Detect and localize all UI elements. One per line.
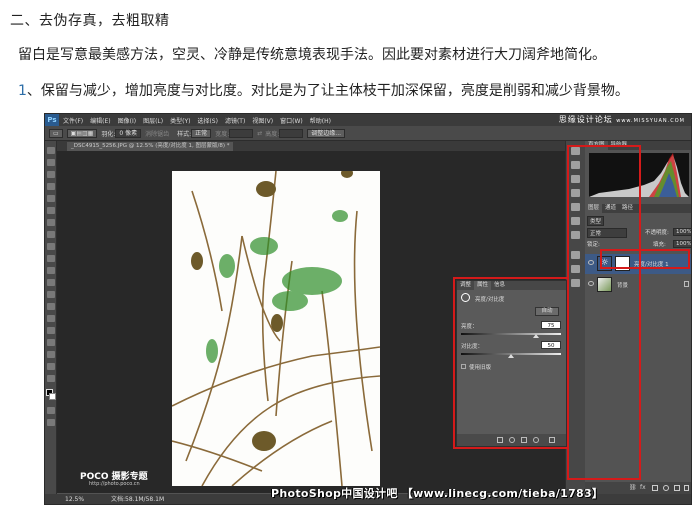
lasso-tool-icon[interactable] [47, 171, 55, 178]
refine-edge-button[interactable]: 调整边缘... [307, 128, 346, 138]
history-brush-tool-icon[interactable] [47, 255, 55, 262]
fx-icon[interactable]: fx [640, 484, 646, 491]
photo-illustration [172, 171, 380, 486]
height-label: 高度: [265, 130, 280, 138]
highlight-properties-box [453, 277, 569, 449]
trash-icon[interactable] [684, 485, 689, 491]
style-label: 样式: [177, 130, 192, 138]
zoom-level[interactable]: 12.5% [65, 494, 84, 504]
photoshop-window: Ps 文件(F) 编辑(E) 图像(I) 图层(L) 类型(Y) 选择(S) 滤… [44, 113, 692, 505]
menu-window[interactable]: 窗口(W) [280, 116, 303, 125]
article-heading: 二、去伪存真，去粗取精 [10, 13, 170, 29]
menu-file[interactable]: 文件(F) [63, 116, 83, 125]
zoom-tool-icon[interactable] [47, 375, 55, 382]
healing-tool-icon[interactable] [47, 219, 55, 226]
screen-mode-icon[interactable] [47, 419, 55, 426]
marquee-tool-icon[interactable]: ▭ [49, 128, 63, 138]
feather-label: 羽化: [101, 130, 116, 138]
article: 二、去伪存真，去粗取精 留白是写意最美感方法，空灵、冷静是传统意境表现手法。因此… [0, 0, 692, 110]
pen-tool-icon[interactable] [47, 315, 55, 322]
menu-select[interactable]: 选择(S) [197, 116, 218, 125]
blur-tool-icon[interactable] [47, 291, 55, 298]
width-label: 宽度: [215, 130, 230, 138]
hand-tool-icon[interactable] [47, 363, 55, 370]
swap-icon[interactable]: ⇄ [257, 130, 262, 137]
feather-input[interactable]: 0 像素 [115, 128, 142, 138]
background-color-swatch[interactable] [49, 393, 56, 400]
menu-view[interactable]: 视图(V) [252, 116, 273, 125]
fill-input[interactable]: 100% [673, 240, 691, 248]
photoshop-logo: Ps [45, 114, 59, 126]
forum-watermark: PhotoShop中国设计吧 【www.linecg.com/tieba/178… [271, 487, 604, 500]
menu-filter[interactable]: 滤镜(T) [225, 116, 245, 125]
fill-label: 填充: [653, 242, 666, 248]
path-select-tool-icon[interactable] [47, 339, 55, 346]
menu-type[interactable]: 类型(Y) [170, 116, 190, 125]
new-adjustment-icon[interactable] [663, 485, 669, 491]
new-layer-icon[interactable] [674, 485, 680, 491]
poco-url-watermark: http://photo.poco.cn [89, 481, 140, 487]
dodge-tool-icon[interactable] [47, 303, 55, 310]
antialias-checkbox[interactable]: 消除锯齿 [145, 129, 169, 138]
opacity-label: 不透明度: [645, 230, 669, 236]
document-size: 文档:58.1M/58.1M [111, 496, 165, 503]
height-input[interactable] [279, 128, 304, 138]
eyedropper-tool-icon[interactable] [47, 207, 55, 214]
highlight-iconstrip-box [567, 145, 641, 480]
gradient-tool-icon[interactable] [47, 279, 55, 286]
crop-tool-icon[interactable] [47, 195, 55, 202]
move-tool-icon[interactable] [47, 147, 55, 154]
tools-panel [45, 141, 57, 494]
quick-mask-icon[interactable] [47, 407, 55, 414]
menu-bar: Ps 文件(F) 编辑(E) 图像(I) 图层(L) 类型(Y) 选择(S) 滤… [45, 114, 691, 126]
brush-tool-icon[interactable] [47, 231, 55, 238]
clone-stamp-tool-icon[interactable] [47, 243, 55, 250]
type-tool-icon[interactable] [47, 327, 55, 334]
menu-edit[interactable]: 编辑(E) [90, 116, 110, 125]
link-layers-icon[interactable]: ⛓ [629, 484, 637, 491]
add-mask-icon[interactable] [652, 485, 658, 491]
point-text: 、保留与减少，增加亮度与对比度。对比是为了让主体枝干加深保留，亮度是削弱和减少背… [26, 83, 629, 99]
article-paragraph: 留白是写意最美感方法，空灵、冷静是传统意境表现手法。因此要对素材进行大刀阔斧地简… [18, 47, 606, 63]
photo-lotus-stems [172, 171, 380, 486]
menu-layer[interactable]: 图层(L) [143, 116, 163, 125]
shape-tool-icon[interactable] [47, 351, 55, 358]
opacity-input[interactable]: 100% [673, 228, 691, 236]
article-point: 1、保留与减少，增加亮度与对比度。对比是为了让主体枝干加深保留，亮度是削弱和减少… [18, 80, 629, 100]
document-tab[interactable]: _DSC4915_5256.JPG @ 12.5% (亮度/对比度 1, 图层蒙… [67, 142, 234, 151]
width-input[interactable] [229, 128, 254, 138]
menu-image[interactable]: 图像(I) [118, 116, 136, 125]
forum-url: www.MISSYUAN.COM [616, 118, 685, 124]
style-select[interactable]: 正常 [191, 128, 212, 138]
menu-help[interactable]: 帮助(H) [310, 116, 331, 125]
eraser-tool-icon[interactable] [47, 267, 55, 274]
point-number: 1 [18, 83, 27, 99]
quick-select-tool-icon[interactable] [47, 183, 55, 190]
options-bar: ▭ ▣▤▥▦ 羽化: 0 像素 消除锯齿 样式: 正常 宽度: ⇄ 高度: 调整… [45, 126, 691, 141]
lock-icon [684, 281, 689, 287]
forum-name: 思缘设计论坛 [558, 115, 613, 124]
document-tab-bar: _DSC4915_5256.JPG @ 12.5% (亮度/对比度 1, 图层蒙… [57, 141, 565, 151]
marquee-tool-icon[interactable] [47, 159, 55, 166]
selection-mode-icon[interactable]: ▣▤▥▦ [66, 128, 98, 138]
